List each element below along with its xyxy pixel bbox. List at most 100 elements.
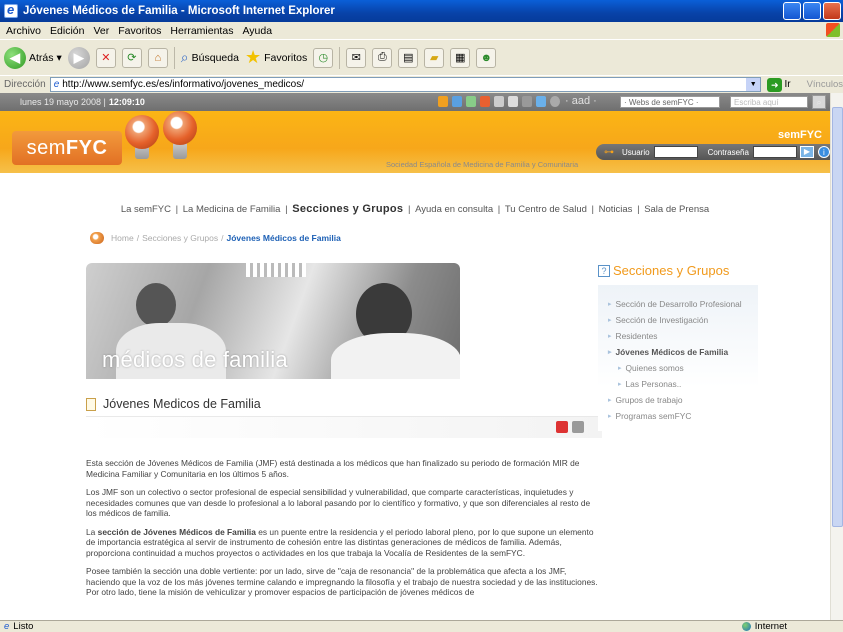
nav-item-semfyc[interactable]: La semFYC <box>121 204 171 215</box>
sidebar-title: ? Secciones y Grupos <box>598 263 729 278</box>
sidebar-item-jovenes[interactable]: ▸ Jóvenes Médicos de Familia <box>608 347 753 358</box>
aad-label[interactable]: · aad · <box>565 95 597 107</box>
rss-icon[interactable] <box>480 96 490 107</box>
sidebar-item-label: Sección de Investigación <box>615 315 709 325</box>
favorites-button[interactable]: ★ Favoritos <box>245 47 307 68</box>
password-input[interactable] <box>752 146 797 158</box>
search-button[interactable]: ⌕ Búsqueda <box>181 49 239 66</box>
search-icon[interactable]: ⌕ <box>812 95 826 109</box>
key-icon: ⊶ <box>604 146 614 158</box>
sidebar-item-label: Las Personas.. <box>625 379 682 389</box>
address-input[interactable]: e http://www.semfyc.es/es/informativo/jo… <box>49 77 762 92</box>
login-bar: ⊶ Usuario Contraseña ▶ i <box>596 144 830 160</box>
home-icon[interactable]: ⌂ <box>147 47 168 68</box>
chevron-right-icon: ▸ <box>618 381 622 388</box>
site-search-input[interactable]: Escriba aquí <box>730 96 808 108</box>
forward-button[interactable]: ▶ <box>67 46 90 69</box>
maximize-button[interactable] <box>803 2 821 20</box>
sidebar-item-label: Residentes <box>615 331 658 341</box>
sidebar-item-desarrollo[interactable]: ▸ Sección de Desarrollo Profesional <box>608 299 753 310</box>
globe-icon <box>741 622 751 631</box>
article-actions <box>556 421 584 433</box>
menu-ayuda[interactable]: Ayuda <box>242 25 272 37</box>
sidebar-item-grupos[interactable]: ▸ Grupos de trabajo <box>608 395 753 406</box>
contrast-icon[interactable] <box>452 96 462 107</box>
text-size-icon[interactable] <box>438 96 448 107</box>
breadcrumb-parent[interactable]: Secciones y Grupos <box>142 233 218 243</box>
print-icon[interactable] <box>572 421 584 433</box>
toolbar-divider <box>339 46 341 69</box>
chevron-down-icon[interactable]: ▼ <box>746 78 761 91</box>
sites-select[interactable]: · Webs de semFYC · <box>620 96 720 108</box>
ie-icon: e <box>4 621 10 632</box>
back-button[interactable]: ◀ Atrás ▾ <box>4 46 62 69</box>
edit-icon[interactable]: ▤ <box>398 47 419 68</box>
pdf-icon[interactable] <box>556 421 568 433</box>
sidebar-item-residentes[interactable]: ▸ Residentes <box>608 331 753 342</box>
go-button[interactable]: ➜ <box>767 77 783 92</box>
print-icon[interactable]: ⎙ <box>372 47 393 68</box>
windows-logo-icon <box>826 23 840 37</box>
video-icon[interactable] <box>536 96 546 107</box>
sidebar-item-investigacion[interactable]: ▸ Sección de Investigación <box>608 315 753 326</box>
home-icon <box>90 232 104 244</box>
info-icon[interactable]: i <box>817 146 830 158</box>
menu-ver[interactable]: Ver <box>93 25 109 37</box>
breadcrumb-home[interactable]: Home <box>111 233 134 243</box>
refresh-icon[interactable]: ⟳ <box>121 47 142 68</box>
help-icon: ? <box>598 264 610 277</box>
article-title-text: Jóvenes Medicos de Familia <box>103 397 261 411</box>
login-button[interactable]: ▶ <box>799 146 814 158</box>
sidebar-list: ▸ Sección de Desarrollo Profesional ▸ Secc… <box>608 299 753 427</box>
sidebar-item-personas[interactable]: ▸ Las Personas.. <box>618 379 753 390</box>
hero-image: médicos de familia <box>86 263 460 379</box>
nav-item-medicina[interactable]: La Medicina de Familia <box>183 204 281 215</box>
chevron-right-icon: ▸ <box>608 413 612 420</box>
chevron-right-icon: ▸ <box>608 349 612 356</box>
minimize-button[interactable] <box>783 2 801 20</box>
sidebar-item-programas[interactable]: ▸ Programas semFYC <box>608 411 753 422</box>
site-top-strip: lunes 19 mayo 2008 | 12:09:10 · aad · · … <box>0 93 830 111</box>
menu-edicion[interactable]: Edición <box>50 25 84 37</box>
sitemap-icon[interactable] <box>466 96 476 107</box>
go-label[interactable]: Ir <box>784 79 790 90</box>
semfyc-logo[interactable]: sem FYC <box>12 131 122 165</box>
address-bar: Dirección e http://www.semfyc.es/es/info… <box>0 75 843 93</box>
menu-archivo[interactable]: Archivo <box>6 25 41 37</box>
bookmark-icon[interactable] <box>508 96 518 107</box>
nav-item-noticias[interactable]: Noticias <box>599 204 633 215</box>
browser-toolbar: ◀ Atrás ▾ ▶ ✕ ⟳ ⌂ ⌕ Búsqueda ★ Favoritos… <box>0 39 843 75</box>
messenger-icon[interactable]: ☻ <box>476 47 497 68</box>
window-titlebar: Jóvenes Médicos de Familia - Microsoft I… <box>0 0 843 22</box>
paragraph: Los JMF son un colectivo o sector profes… <box>86 487 591 518</box>
history-icon[interactable]: ◷ <box>313 47 334 68</box>
search-icon: ⌕ <box>180 49 189 65</box>
paragraph: La sección de Jóvenes Médicos de Familia… <box>86 527 598 559</box>
podcast-icon[interactable] <box>522 96 532 107</box>
nav-item-centro-salud[interactable]: Tu Centro de Salud <box>505 204 587 215</box>
stop-icon[interactable]: ✕ <box>95 47 116 68</box>
sidebar-item-quienes[interactable]: ▸ Quienes somos <box>618 363 753 374</box>
media-icon[interactable]: ▦ <box>450 47 471 68</box>
vertical-scrollbar[interactable] <box>830 93 843 620</box>
menu-favoritos[interactable]: Favoritos <box>118 25 161 37</box>
title-divider <box>86 416 602 438</box>
folder-icon[interactable]: ▰ <box>424 47 445 68</box>
nav-item-prensa[interactable]: Sala de Prensa <box>644 204 709 215</box>
help-icon[interactable] <box>550 96 560 107</box>
breadcrumb-current: Jóvenes Médicos de Familia <box>226 233 341 243</box>
paragraph-prefix: La <box>86 526 96 537</box>
mail-icon[interactable]: ✉ <box>346 47 367 68</box>
site-date: lunes 19 mayo 2008 | <box>20 97 106 107</box>
nav-item-ayuda[interactable]: Ayuda en consulta <box>415 204 493 215</box>
accessibility-icons <box>438 96 560 107</box>
scrollbar-thumb[interactable] <box>832 107 843 527</box>
close-button[interactable] <box>823 2 841 20</box>
sidebar-item-label: Jóvenes Médicos de Familia <box>615 347 729 357</box>
links-label[interactable]: Vínculos <box>807 79 843 90</box>
menu-herramientas[interactable]: Herramientas <box>170 25 233 37</box>
user-input[interactable] <box>653 146 698 158</box>
user-label: Usuario <box>622 147 650 157</box>
nav-item-secciones[interactable]: Secciones y Grupos <box>292 203 403 215</box>
mail-icon[interactable] <box>494 96 504 107</box>
